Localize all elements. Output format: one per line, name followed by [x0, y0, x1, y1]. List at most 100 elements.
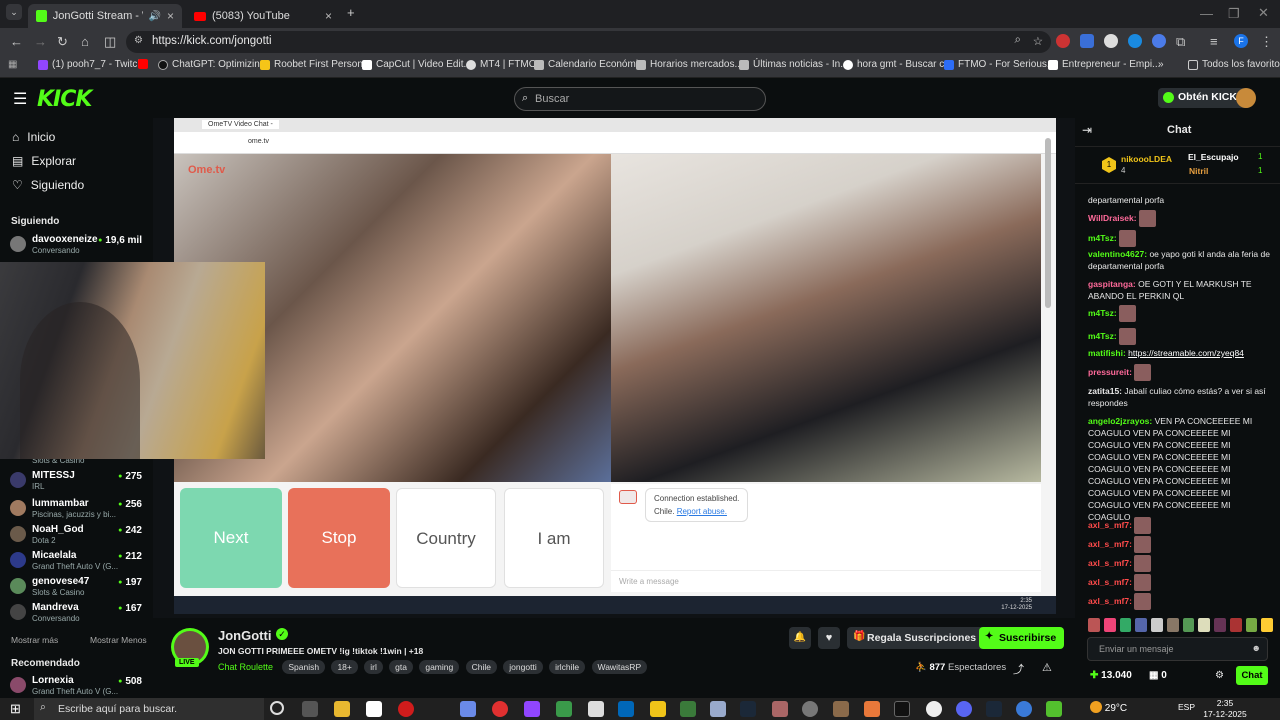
send-chat-button[interactable]: Chat — [1236, 666, 1268, 685]
windows-start-icon[interactable]: ⊞ — [10, 701, 21, 717]
taskbar-search[interactable]: ⌕ Escribe aquí para buscar. — [34, 698, 264, 720]
reading-list-icon[interactable]: ≡ — [1210, 34, 1218, 49]
bookmark-horarios[interactable]: Horarios mercados... — [636, 59, 743, 70]
app-icon[interactable] — [556, 701, 572, 717]
channel-name[interactable]: JonGotti — [218, 628, 271, 643]
gift-subs-button[interactable]: 🎁 Regala Suscripciones — [847, 627, 985, 649]
app-icon[interactable] — [833, 701, 849, 717]
search-input[interactable]: ⌕ Buscar — [514, 87, 766, 111]
tag[interactable]: gta — [389, 660, 413, 674]
close-tab-icon[interactable]: × — [167, 9, 174, 23]
nav-following[interactable]: ♡ Siguiendo — [12, 178, 84, 192]
country-button[interactable]: Country — [396, 488, 496, 588]
chat-username[interactable]: zatita15: — [1088, 386, 1122, 396]
bookmark-capcut[interactable]: CapCut | Video Edit... — [362, 59, 472, 70]
nav-home[interactable]: ⌂ Inicio — [12, 130, 55, 144]
followed-channel[interactable]: genovese47 Slots & Casino 197 — [10, 576, 150, 600]
extension-icon[interactable] — [1104, 34, 1118, 48]
emote[interactable] — [1261, 618, 1273, 632]
app-icon[interactable] — [772, 701, 788, 717]
close-tab-icon[interactable]: × — [325, 9, 332, 23]
kick-logo[interactable]: KICK — [37, 87, 92, 112]
back-icon[interactable]: ← — [10, 34, 23, 49]
app-icon[interactable] — [740, 701, 756, 717]
chat-username[interactable]: axl_s_mf7: — [1088, 558, 1132, 568]
app-icon[interactable] — [588, 701, 604, 717]
minecraft-icon[interactable] — [680, 701, 696, 717]
user-avatar[interactable] — [1236, 88, 1256, 108]
close-window-icon[interactable]: ✕ — [1258, 5, 1269, 21]
app-icon[interactable] — [460, 701, 476, 717]
emote[interactable] — [1182, 618, 1195, 632]
emote[interactable] — [1103, 618, 1116, 632]
chat-username[interactable]: m4Tsz: — [1088, 308, 1117, 318]
forward-icon[interactable]: → — [34, 34, 47, 49]
settings-icon[interactable] — [802, 701, 818, 717]
subscribe-button[interactable]: ✦ Suscribirse — [979, 627, 1065, 649]
category-link[interactable]: Chat Roulette — [218, 662, 273, 672]
extension-icon[interactable] — [1056, 34, 1070, 48]
input-language[interactable]: ESP — [1178, 702, 1195, 712]
tiktok-icon[interactable] — [894, 701, 910, 717]
new-tab-icon[interactable]: + — [347, 5, 355, 20]
bookmark-google[interactable]: hora gmt - Buscar c... — [843, 59, 953, 70]
emote[interactable] — [1088, 618, 1100, 632]
translate-extension-icon[interactable] — [1080, 34, 1094, 48]
url-field[interactable]: ⚙ https://kick.com/jongotti ⌕ ☆ — [126, 31, 1051, 53]
emote[interactable] — [1245, 618, 1258, 632]
followed-channel[interactable]: davooxeneize Conversando 19,6 mil — [10, 234, 150, 258]
emote[interactable] — [1229, 618, 1242, 632]
emote[interactable] — [1151, 618, 1163, 632]
bookmark-youtube-icon[interactable] — [138, 59, 148, 69]
chat-settings-icon[interactable]: ⚙ — [1215, 670, 1224, 681]
kicks-balance[interactable]: ✚ 13.040 — [1090, 670, 1132, 681]
chat-username[interactable]: WillDraisek: — [1088, 213, 1137, 223]
emote[interactable] — [1119, 618, 1132, 632]
reload-icon[interactable]: ↻ — [57, 34, 68, 50]
show-more-link[interactable]: Mostrar más — [11, 635, 58, 645]
chat-username[interactable]: m4Tsz: — [1088, 331, 1117, 341]
app-icon[interactable] — [618, 701, 634, 717]
chat-username[interactable]: axl_s_mf7: — [1088, 539, 1132, 549]
menu-kebab-icon[interactable]: ⋮ — [1260, 34, 1273, 50]
stop-button[interactable]: Stop — [288, 488, 390, 588]
split-view-icon[interactable]: ◫ — [104, 34, 116, 50]
home-icon[interactable]: ⌂ — [81, 34, 89, 49]
discord-icon[interactable] — [956, 701, 972, 717]
report-icon[interactable]: ⚠ — [1042, 661, 1052, 674]
notification-bell-icon[interactable]: 🔔 — [789, 627, 811, 649]
tag[interactable]: irlchile — [549, 660, 586, 674]
chat-username[interactable]: axl_s_mf7: — [1088, 596, 1132, 606]
chat-message-text[interactable]: https://streamable.com/zyeq84 — [1128, 348, 1244, 358]
tag[interactable]: irl — [364, 660, 383, 674]
nav-explore[interactable]: ▤ Explorar — [12, 154, 76, 168]
chat-username[interactable]: axl_s_mf7: — [1088, 577, 1132, 587]
tag[interactable]: jongotti — [503, 660, 543, 674]
maximize-icon[interactable]: ❐ — [1228, 6, 1240, 22]
site-info-icon[interactable]: ⚙ — [134, 35, 143, 46]
hamburger-menu-icon[interactable]: ☰ — [13, 89, 27, 109]
zoom-icon[interactable]: ⌕ — [1015, 34, 1021, 47]
chrome-icon[interactable] — [1016, 701, 1032, 717]
show-less-link[interactable]: Mostrar Menos — [90, 635, 147, 645]
app-icon[interactable] — [864, 701, 880, 717]
recommended-channel[interactable]: Lornexia Grand Theft Auto V (G... 508 — [10, 675, 150, 699]
audio-icon[interactable]: 🔊 — [149, 11, 161, 22]
bookmark-ftmo[interactable]: FTMO - For Serious... — [944, 59, 1055, 70]
emote[interactable] — [1135, 618, 1147, 632]
weather-widget[interactable]: 29°C — [1090, 701, 1127, 714]
sub-count[interactable]: ▦ 0 — [1149, 670, 1167, 681]
tag[interactable]: WawitasRP — [591, 660, 648, 674]
follow-heart-icon[interactable]: ♥ — [818, 627, 840, 649]
emote[interactable] — [1166, 618, 1179, 632]
bookmarks-overflow-icon[interactable]: » — [1158, 59, 1164, 70]
bookmark-entrepreneur[interactable]: Entrepreneur - Empi... — [1048, 59, 1160, 70]
collapse-chat-icon[interactable]: ⇥ — [1082, 123, 1092, 137]
tag[interactable]: Chile — [465, 660, 497, 674]
system-clock[interactable]: 2:35 17-12-2025 — [1200, 698, 1250, 720]
message-input[interactable]: Write a message — [611, 570, 1041, 592]
tag[interactable]: Spanish — [282, 660, 326, 674]
followed-channel[interactable]: NoaH_God Dota 2 242 — [10, 524, 150, 548]
followed-channel[interactable]: lummambar Piscinas, jacuzzis y bi... 256 — [10, 498, 150, 522]
bookmark-calendario[interactable]: Calendario Económi... — [534, 59, 646, 70]
